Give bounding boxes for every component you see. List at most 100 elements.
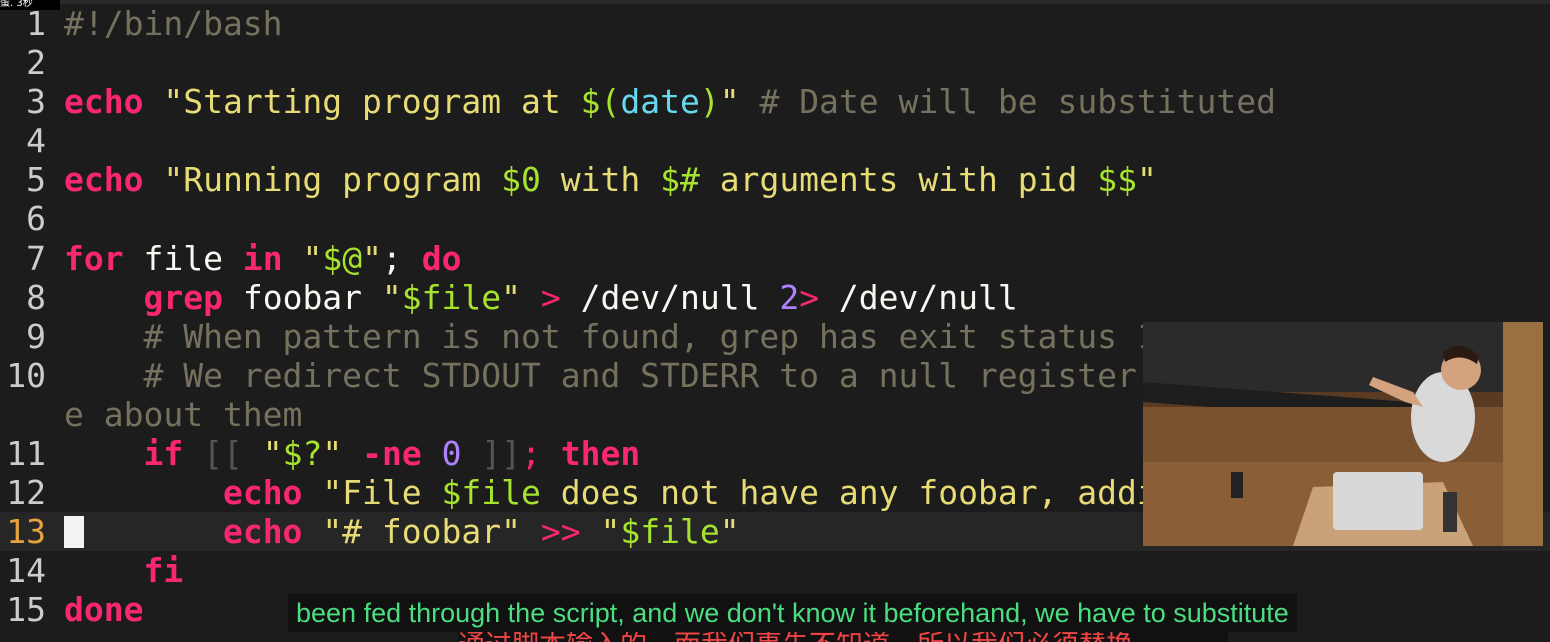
code-line[interactable]: 5 echo "Running program $0 with $# argume…	[0, 160, 1550, 199]
code-text: echo "# foobar" >> "$file"	[64, 512, 740, 551]
code-token: -ne	[362, 434, 422, 474]
code-text: done	[64, 590, 143, 629]
code-token: [[	[183, 434, 263, 474]
line-number: 4	[26, 121, 46, 161]
code-token: >	[540, 277, 561, 317]
code-token: done	[64, 590, 144, 630]
code-line[interactable]: 1 #!/bin/bash	[0, 4, 1550, 43]
code-text: #!/bin/bash	[64, 4, 283, 43]
line-number: 5	[26, 160, 46, 200]
code-token: /dev/null	[819, 277, 1018, 317]
line-number: 9	[26, 316, 46, 356]
code-token: ]]	[461, 434, 522, 474]
code-token: "	[501, 277, 522, 317]
code-token: $(	[580, 82, 621, 122]
code-text: grep foobar "$file" > /dev/null 2> /dev/…	[64, 277, 1018, 317]
code-token: "Starting program at	[163, 82, 581, 122]
code-token: for	[64, 238, 124, 278]
code-token: "	[719, 82, 740, 122]
code-token: $file	[401, 277, 502, 317]
terminal-screen: 蛋. 3秒 1 #!/bin/bash 2 3 echo "Starting progr…	[0, 0, 1550, 642]
code-token: "	[322, 434, 343, 474]
code-text: if [[ "$?" -ne 0 ]]; then	[64, 434, 640, 473]
line-number: 15	[6, 590, 46, 630]
code-line[interactable]: 7 for file in "$@"; do	[0, 239, 1550, 278]
code-line[interactable]: 4	[0, 121, 1550, 160]
code-token: 0	[441, 434, 462, 474]
code-token: >>	[540, 512, 581, 552]
line-number: 6	[26, 199, 46, 239]
code-token: $$	[1097, 160, 1137, 200]
corner-label: 蛋. 3秒	[0, 0, 60, 10]
code-token: grep	[143, 277, 223, 317]
code-token: do	[421, 238, 462, 278]
code-line[interactable]: 6	[0, 199, 1550, 238]
lecturer-video-overlay	[1143, 322, 1543, 546]
code-token: /dev/null	[560, 277, 780, 317]
code-token: $0	[501, 160, 541, 200]
subtitle-english: been fed through the script, and we don'…	[288, 594, 1297, 632]
code-token: "	[600, 512, 621, 552]
line-number: 12	[6, 473, 46, 513]
code-token: if	[143, 434, 184, 474]
code-token: ;	[521, 434, 561, 474]
code-text: for file in "$@"; do	[64, 239, 461, 278]
code-line[interactable]: 8 grep foobar "$file" > /dev/null 2> /de…	[0, 278, 1550, 317]
code-token: ;	[381, 238, 422, 278]
code-token: arguments with pid	[699, 160, 1098, 200]
code-line[interactable]: 3 echo "Starting program at $(date)" # Da…	[0, 82, 1550, 121]
code-text: fi	[64, 551, 183, 590]
code-token: 2	[779, 277, 800, 317]
code-token: echo	[64, 82, 144, 122]
line-number: 11	[6, 434, 46, 474]
code-token: # Date will be substituted	[759, 82, 1277, 122]
code-token: "Running program	[163, 160, 502, 200]
code-token: "	[1136, 160, 1157, 200]
code-token: with	[540, 160, 661, 200]
code-token: >	[799, 277, 820, 317]
line-number: 13	[6, 512, 46, 552]
line-number: 2	[26, 43, 46, 83]
code-token: "# foobar"	[322, 512, 521, 552]
code-token: # When pattern is not found, grep has ex…	[143, 316, 1157, 356]
code-token: $#	[660, 160, 700, 200]
code-token: echo	[64, 160, 144, 200]
code-text: e about them	[64, 395, 302, 434]
code-token: in	[242, 238, 283, 278]
code-text: echo "Starting program at $(date)" # Dat…	[64, 82, 1276, 121]
code-token: #!/bin/bash	[64, 4, 283, 43]
code-token: file	[123, 238, 243, 278]
line-number: 14	[6, 551, 46, 591]
code-token: foobar	[222, 277, 382, 317]
code-text: echo "Running program $0 with $# argumen…	[64, 160, 1157, 199]
code-line[interactable]: 14 fi	[0, 551, 1550, 590]
code-text: echo "File $file does not have any fooba…	[64, 473, 1296, 512]
code-token: $file	[620, 512, 720, 552]
line-number: 7	[26, 238, 46, 278]
subtitle-chinese: 通过脚本输入的，而我们事先不知道，所以我们必须替换	[458, 632, 1228, 642]
code-token: )	[699, 82, 720, 122]
code-text: # When pattern is not found, grep has ex…	[64, 316, 1157, 356]
code-token: "	[362, 238, 382, 278]
code-token: echo	[222, 512, 303, 552]
code-token: $@	[322, 238, 363, 278]
code-line[interactable]: 2	[0, 43, 1550, 82]
line-number: 10	[6, 355, 46, 395]
